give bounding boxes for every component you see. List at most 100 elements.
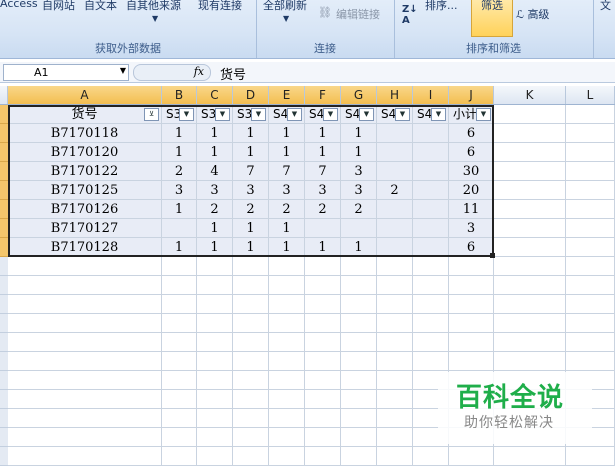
sort-button[interactable]: 排序... — [425, 0, 458, 13]
row-header[interactable] — [0, 447, 8, 466]
filter-active-icon[interactable]: ⊻ — [144, 108, 159, 121]
table-cell[interactable] — [197, 333, 233, 352]
table-cell[interactable] — [197, 447, 233, 466]
table-cell[interactable]: 1 — [233, 238, 269, 257]
table-cell[interactable] — [233, 371, 269, 390]
table-cell[interactable] — [305, 333, 341, 352]
table-cell[interactable]: 1 — [162, 143, 197, 162]
table-cell[interactable] — [566, 314, 615, 333]
table-cell[interactable] — [305, 257, 341, 276]
row-header[interactable] — [0, 219, 8, 238]
row-header[interactable] — [0, 314, 8, 333]
column-heading[interactable]: S4 ▼ — [269, 105, 305, 124]
table-cell[interactable] — [269, 295, 305, 314]
table-cell[interactable]: 1 — [341, 143, 377, 162]
table-cell[interactable] — [413, 276, 449, 295]
table-cell[interactable]: 7 — [233, 162, 269, 181]
table-cell[interactable] — [8, 371, 162, 390]
table-cell[interactable] — [494, 219, 566, 238]
refresh-all-button[interactable]: 全部刷新 — [263, 0, 307, 13]
filter-dropdown-icon[interactable]: ▼ — [323, 108, 338, 121]
table-cell[interactable]: 3 — [269, 181, 305, 200]
table-cell[interactable] — [494, 143, 566, 162]
table-cell[interactable]: 1 — [233, 143, 269, 162]
table-cell[interactable] — [377, 238, 413, 257]
filter-dropdown-icon[interactable]: ▼ — [215, 108, 230, 121]
table-cell[interactable] — [8, 352, 162, 371]
from-text-button[interactable]: 自文本 — [84, 0, 117, 13]
table-cell[interactable] — [413, 314, 449, 333]
table-cell[interactable] — [269, 428, 305, 447]
table-cell[interactable] — [494, 276, 566, 295]
table-cell[interactable] — [377, 409, 413, 428]
table-cell[interactable]: 1 — [341, 124, 377, 143]
from-access-button[interactable]: Access — [0, 0, 38, 10]
table-cell[interactable] — [377, 333, 413, 352]
table-cell[interactable] — [341, 333, 377, 352]
filter-dropdown-icon[interactable]: ▼ — [395, 108, 410, 121]
table-cell[interactable]: 2 — [162, 162, 197, 181]
table-cell[interactable]: 2 — [197, 200, 233, 219]
table-cell[interactable] — [305, 314, 341, 333]
table-cell[interactable]: 2 — [269, 200, 305, 219]
column-header[interactable]: C — [197, 86, 233, 104]
table-cell[interactable] — [566, 295, 615, 314]
table-cell[interactable] — [566, 181, 615, 200]
table-cell[interactable] — [494, 105, 566, 124]
table-cell[interactable]: B7170128 — [8, 238, 162, 257]
table-cell[interactable]: 1 — [162, 200, 197, 219]
row-header[interactable] — [0, 295, 8, 314]
column-header[interactable]: J — [449, 86, 494, 104]
table-cell[interactable]: 3 — [233, 181, 269, 200]
table-cell[interactable] — [233, 428, 269, 447]
table-cell[interactable] — [341, 314, 377, 333]
table-cell[interactable] — [377, 295, 413, 314]
table-cell[interactable] — [197, 371, 233, 390]
table-cell[interactable] — [162, 352, 197, 371]
sort-za-icon[interactable]: Z↓ A — [402, 4, 418, 26]
table-cell[interactable] — [341, 409, 377, 428]
table-cell[interactable] — [162, 409, 197, 428]
table-cell[interactable] — [233, 447, 269, 466]
table-cell[interactable] — [269, 447, 305, 466]
table-cell[interactable]: 1 — [269, 143, 305, 162]
table-cell[interactable] — [377, 200, 413, 219]
table-cell[interactable]: 2 — [233, 200, 269, 219]
table-cell[interactable]: 20 — [449, 181, 494, 200]
column-header[interactable]: B — [162, 86, 197, 104]
table-cell[interactable] — [162, 276, 197, 295]
table-cell[interactable] — [566, 238, 615, 257]
table-cell[interactable] — [197, 295, 233, 314]
table-cell[interactable] — [269, 276, 305, 295]
table-cell[interactable] — [494, 124, 566, 143]
table-cell[interactable] — [377, 314, 413, 333]
table-cell[interactable] — [341, 276, 377, 295]
from-web-button[interactable]: 自网站 — [42, 0, 75, 13]
table-cell[interactable] — [341, 257, 377, 276]
table-cell[interactable] — [566, 143, 615, 162]
table-cell[interactable] — [8, 333, 162, 352]
table-cell[interactable] — [305, 447, 341, 466]
table-cell[interactable]: 4 — [197, 162, 233, 181]
table-cell[interactable]: 1 — [197, 124, 233, 143]
table-cell[interactable] — [377, 447, 413, 466]
table-cell[interactable] — [413, 124, 449, 143]
filter-button[interactable]: 筛选 — [471, 0, 513, 37]
row-header[interactable] — [0, 371, 8, 390]
row-header[interactable] — [0, 428, 8, 447]
from-other-sources-button[interactable]: 自其他来源 — [126, 0, 181, 13]
table-cell[interactable] — [305, 352, 341, 371]
table-cell[interactable] — [494, 200, 566, 219]
table-cell[interactable] — [162, 447, 197, 466]
edit-links-button[interactable]: 编辑链接 — [336, 6, 380, 22]
table-cell[interactable] — [341, 352, 377, 371]
table-cell[interactable] — [233, 390, 269, 409]
table-cell[interactable] — [8, 390, 162, 409]
row-header[interactable] — [0, 105, 8, 124]
column-header[interactable]: H — [377, 86, 413, 104]
table-cell[interactable]: 1 — [233, 124, 269, 143]
table-cell[interactable]: 1 — [269, 124, 305, 143]
table-cell[interactable] — [197, 409, 233, 428]
table-cell[interactable]: 1 — [305, 238, 341, 257]
table-cell[interactable]: 30 — [449, 162, 494, 181]
